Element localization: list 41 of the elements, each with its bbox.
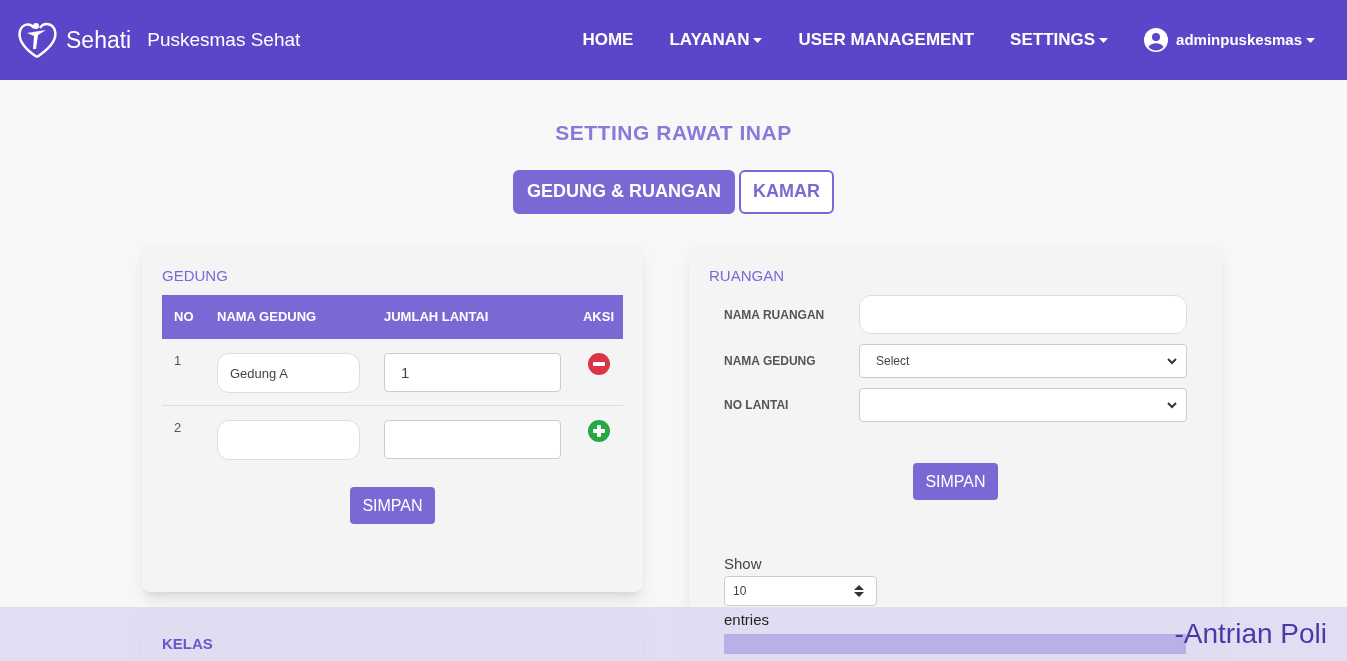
- marquee-text: -Antrian Poli: [1174, 617, 1327, 651]
- table-cell-text: 1: [173, 352, 183, 370]
- page-length-select[interactable]: 10: [724, 575, 877, 606]
- save-button[interactable]: SIMPAN: [350, 487, 435, 524]
- card-title: GEDUNG: [162, 265, 229, 286]
- save-button[interactable]: SIMPAN: [913, 463, 998, 500]
- card-title: KELAS: [162, 633, 213, 654]
- input-field[interactable]: [217, 420, 360, 460]
- field-label: NO LANTAI: [723, 397, 790, 414]
- brand-name: Sehati: [66, 25, 132, 55]
- select-field[interactable]: Select: [859, 344, 1187, 378]
- input-field[interactable]: Gedung A: [217, 353, 360, 393]
- column-header: NAMA GEDUNG: [217, 308, 318, 327]
- column-header: NO: [173, 308, 195, 327]
- nav-link[interactable]: HOME: [582, 27, 634, 53]
- nav-link[interactable]: LAYANAN: [669, 27, 763, 53]
- column-header: JUMLAH LANTAI: [384, 308, 490, 327]
- site-name: Puskesmas Sehat: [147, 27, 301, 52]
- nav-link[interactable]: USER MANAGEMENT: [798, 27, 975, 53]
- user-avatar-icon: [1144, 28, 1169, 52]
- chevron-down-icon: [1166, 399, 1178, 411]
- tab[interactable]: GEDUNG & RUANGAN: [513, 169, 735, 214]
- column-header: AKSI: [581, 308, 616, 327]
- card-title: RUANGAN: [709, 265, 785, 286]
- nav-link[interactable]: SETTINGS: [1010, 27, 1109, 53]
- entries-label: entries: [724, 609, 770, 630]
- field-label: NAMA RUANGAN: [723, 306, 826, 324]
- show-label: Show: [724, 554, 763, 574]
- input-field[interactable]: [384, 420, 561, 459]
- remove-icon[interactable]: [587, 353, 610, 375]
- page-title: SETTING RAWAT INAP: [554, 120, 793, 146]
- user-menu[interactable]: adminpuskesmas: [1144, 28, 1315, 52]
- chevron-down-icon: [1166, 355, 1178, 367]
- add-icon[interactable]: [587, 420, 610, 442]
- field-label: NAMA GEDUNG: [723, 353, 817, 370]
- table-cell-text: 2: [173, 419, 183, 437]
- sort-arrows-icon: [854, 584, 864, 597]
- input-field[interactable]: [859, 295, 1187, 334]
- select-field[interactable]: [859, 388, 1187, 422]
- tab[interactable]: KAMAR: [739, 169, 834, 214]
- input-field[interactable]: 1: [384, 353, 561, 392]
